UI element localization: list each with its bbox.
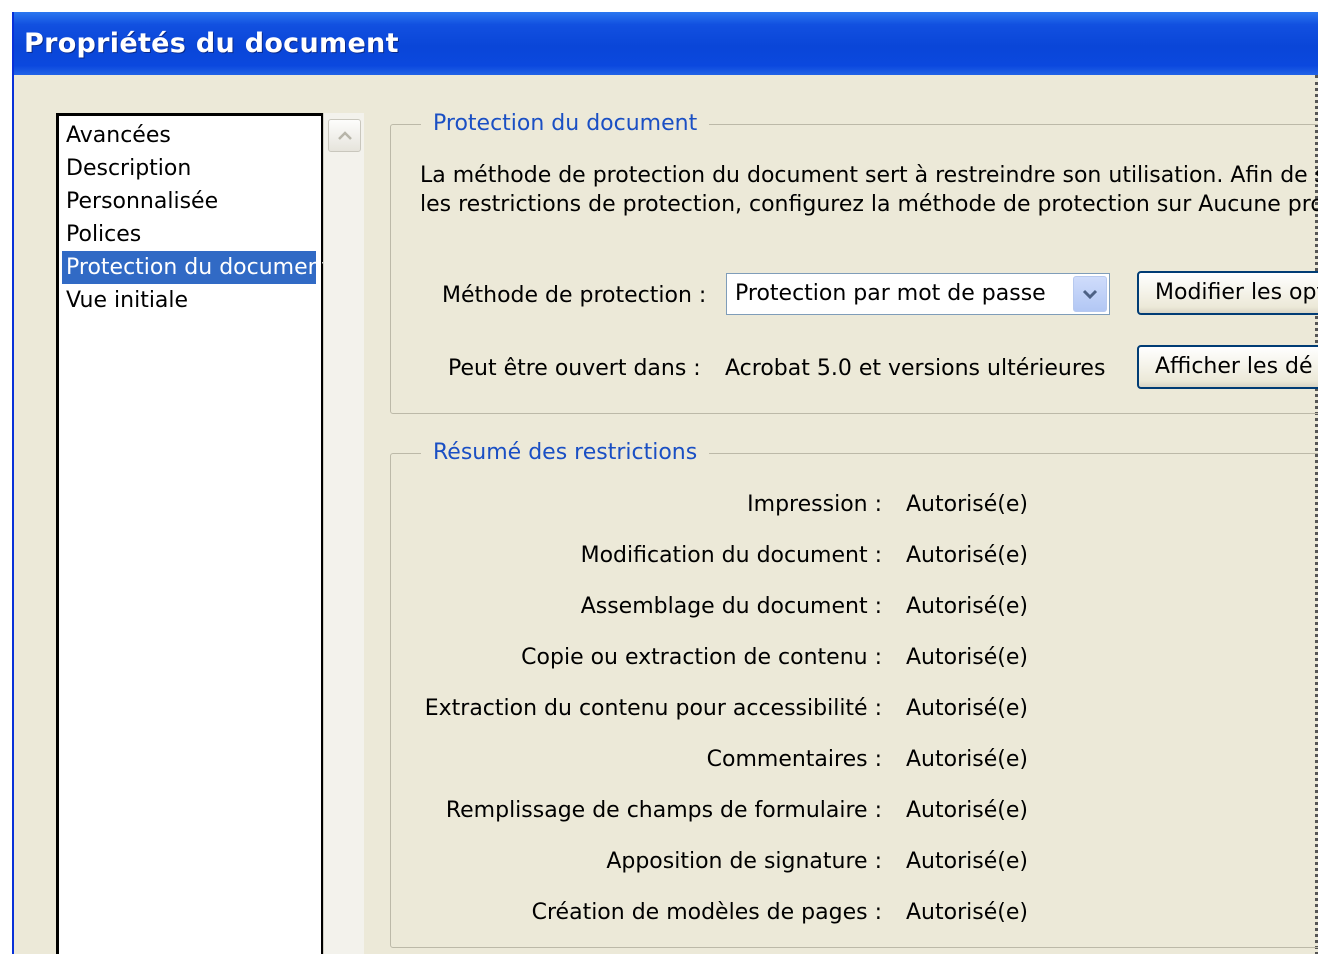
chevron-up-icon (337, 130, 352, 140)
restriction-label: Copie ou extraction de contenu : (521, 645, 882, 670)
restriction-label: Apposition de signature : (606, 849, 882, 874)
protection-description-line-2: les restrictions de protection, configur… (420, 192, 1318, 217)
restriction-value: Autorisé(e) (906, 900, 1028, 925)
restriction-value: Autorisé(e) (906, 492, 1028, 517)
restriction-label: Impression : (747, 492, 882, 517)
protection-method-value: Protection par mot de passe (735, 281, 1046, 306)
document-properties-window: Propriétés du document Avancées Descript… (12, 12, 1318, 954)
category-item-description[interactable]: Description (62, 152, 316, 185)
restriction-value: Autorisé(e) (906, 798, 1028, 823)
protection-description-line-1: La méthode de protection du document ser… (420, 163, 1318, 188)
restriction-value: Autorisé(e) (906, 849, 1028, 874)
category-item-vue-initiale[interactable]: Vue initiale (62, 284, 316, 317)
restriction-value: Autorisé(e) (906, 543, 1028, 568)
dropdown-arrow[interactable] (1073, 276, 1107, 312)
opened-in-label: Peut être ouvert dans : (448, 356, 701, 381)
restriction-label: Extraction du contenu pour accessibilité… (424, 696, 882, 721)
protection-method-label: Méthode de protection : (442, 283, 707, 308)
restriction-value: Autorisé(e) (906, 645, 1028, 670)
category-item-protection[interactable]: Protection du document (62, 251, 330, 284)
restriction-label: Création de modèles de pages : (531, 900, 882, 925)
category-list[interactable]: Avancées Description Personnalisée Polic… (56, 113, 330, 954)
restriction-label: Remplissage de champs de formulaire : (445, 798, 882, 823)
show-details-button[interactable]: Afficher les dé (1137, 345, 1318, 389)
restriction-value: Autorisé(e) (906, 696, 1028, 721)
protection-method-select[interactable]: Protection par mot de passe (726, 273, 1110, 315)
restriction-label: Modification du document : (580, 543, 882, 568)
restriction-value: Autorisé(e) (906, 594, 1028, 619)
scroll-up-button[interactable] (328, 119, 361, 152)
protection-group-legend: Protection du document (421, 109, 710, 139)
restriction-label: Assemblage du document : (580, 594, 882, 619)
window-title: Propriétés du document (14, 12, 1318, 75)
category-item-personnalisee[interactable]: Personnalisée (62, 185, 316, 218)
restriction-value: Autorisé(e) (906, 747, 1028, 772)
restriction-label: Commentaires : (706, 747, 882, 772)
category-item-avancees[interactable]: Avancées (62, 119, 316, 152)
opened-in-value: Acrobat 5.0 et versions ultérieures (725, 356, 1106, 381)
chevron-down-icon (1082, 289, 1098, 300)
category-item-polices[interactable]: Polices (62, 218, 316, 251)
restrictions-group-legend: Résumé des restrictions (421, 438, 710, 468)
modify-options-button[interactable]: Modifier les opt (1137, 271, 1318, 315)
category-list-scrollbar[interactable] (323, 113, 364, 954)
